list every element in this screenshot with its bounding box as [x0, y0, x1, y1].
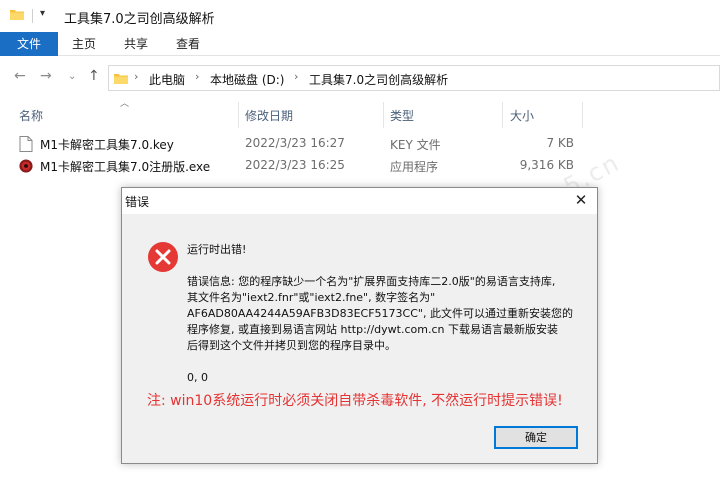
window-title: 工具集7.0之司创高级解析	[64, 12, 215, 27]
dialog-message-line: 错误信息: 您的程序缺少一个名为"扩展界面支持库二2.0版"的易语言支持库,	[187, 275, 556, 288]
dialog-message-title: 运行时出错!	[187, 243, 247, 256]
error-dialog: 错误 ✕ 运行时出错! 错误信息: 您的程序缺少一个名为"扩展界面支持库二2.0…	[121, 187, 598, 464]
folder-icon	[114, 74, 128, 84]
ribbon-tabs: 文件 主页 共享 查看	[0, 32, 720, 56]
column-size[interactable]: 大小	[510, 107, 534, 124]
column-divider[interactable]	[238, 102, 239, 128]
file-name: M1卡解密工具集7.0.key	[40, 138, 174, 152]
breadcrumb-current-folder[interactable]: 工具集7.0之司创高级解析	[309, 71, 448, 88]
tab-file[interactable]: 文件	[0, 32, 58, 56]
breadcrumb-separator-icon[interactable]: ›	[134, 70, 138, 83]
dialog-message-line: AF6AD80AA4244A59AFB3D83ECF5173CC", 此文件可以…	[187, 307, 573, 320]
dialog-red-note: 注: win10系统运行时必须关闭自带杀毒软件, 不然运行时提示错误!	[147, 393, 563, 409]
column-type[interactable]: 类型	[390, 107, 414, 124]
column-divider[interactable]	[582, 102, 583, 128]
breadcrumb-local-disk[interactable]: 本地磁盘 (D:)	[210, 71, 284, 88]
close-icon[interactable]: ✕	[571, 190, 591, 210]
breadcrumb-this-pc[interactable]: 此电脑	[149, 71, 185, 88]
file-type: 应用程序	[390, 160, 439, 174]
window-titlebar: ▾ 工具集7.0之司创高级解析	[0, 0, 720, 32]
exe-icon	[19, 159, 33, 173]
breadcrumb-separator-icon[interactable]: ›	[195, 70, 199, 83]
file-icon	[19, 136, 33, 152]
address-bar[interactable]: › 此电脑 › 本地磁盘 (D:) › 工具集7.0之司创高级解析	[108, 65, 720, 91]
file-name: M1卡解密工具集7.0注册版.exe	[40, 160, 211, 174]
tab-share[interactable]: 共享	[118, 32, 154, 56]
column-divider[interactable]	[383, 102, 384, 128]
ok-button[interactable]: 确定	[494, 426, 578, 449]
forward-icon[interactable]: →	[40, 68, 52, 84]
error-icon	[148, 242, 178, 272]
quick-access-dropdown-icon[interactable]: ▾	[40, 8, 45, 19]
dialog-message: 错误信息: 您的程序缺少一个名为"扩展界面支持库二2.0版"的易语言支持库, 其…	[187, 274, 577, 354]
column-name[interactable]: 名称	[19, 107, 43, 124]
dialog-body: 运行时出错! 错误信息: 您的程序缺少一个名为"扩展界面支持库二2.0版"的易语…	[122, 214, 597, 463]
file-date: 2022/3/23 16:25	[245, 158, 345, 172]
dialog-message-line: 后得到这个文件并拷贝到您的程序目录中。	[187, 339, 396, 352]
file-size: 9,316 KB	[519, 158, 574, 172]
dialog-title: 错误	[125, 195, 150, 209]
file-type: KEY 文件	[390, 138, 441, 152]
up-icon[interactable]: ↑	[88, 68, 100, 84]
dialog-titlebar: 错误 ✕	[122, 188, 597, 214]
address-row: ← → ⌄ ↑ › 此电脑 › 本地磁盘 (D:) › 工具集7.0之司创高级解…	[0, 60, 720, 96]
dialog-error-code: 0, 0	[187, 371, 208, 384]
dialog-message-line: 其文件名为"iext2.fnr"或"iext2.fne", 数字签名为"	[187, 291, 436, 304]
quick-access-separator	[32, 9, 33, 23]
breadcrumb-separator-icon[interactable]: ›	[294, 70, 298, 83]
history-dropdown-icon[interactable]: ⌄	[68, 71, 76, 82]
tab-view[interactable]: 查看	[170, 32, 206, 56]
folder-icon[interactable]	[10, 8, 24, 20]
dialog-message-line: 程序修复, 或直接到易语言网站 http://dywt.com.cn 下载易语言…	[187, 323, 558, 336]
column-date[interactable]: 修改日期	[245, 107, 293, 124]
tab-home[interactable]: 主页	[66, 32, 102, 56]
file-date: 2022/3/23 16:27	[245, 136, 345, 150]
column-divider[interactable]	[502, 102, 503, 128]
column-header-row: 名称 修改日期 类型 大小	[0, 100, 720, 130]
file-size: 7 KB	[546, 136, 574, 150]
back-icon[interactable]: ←	[14, 68, 26, 84]
